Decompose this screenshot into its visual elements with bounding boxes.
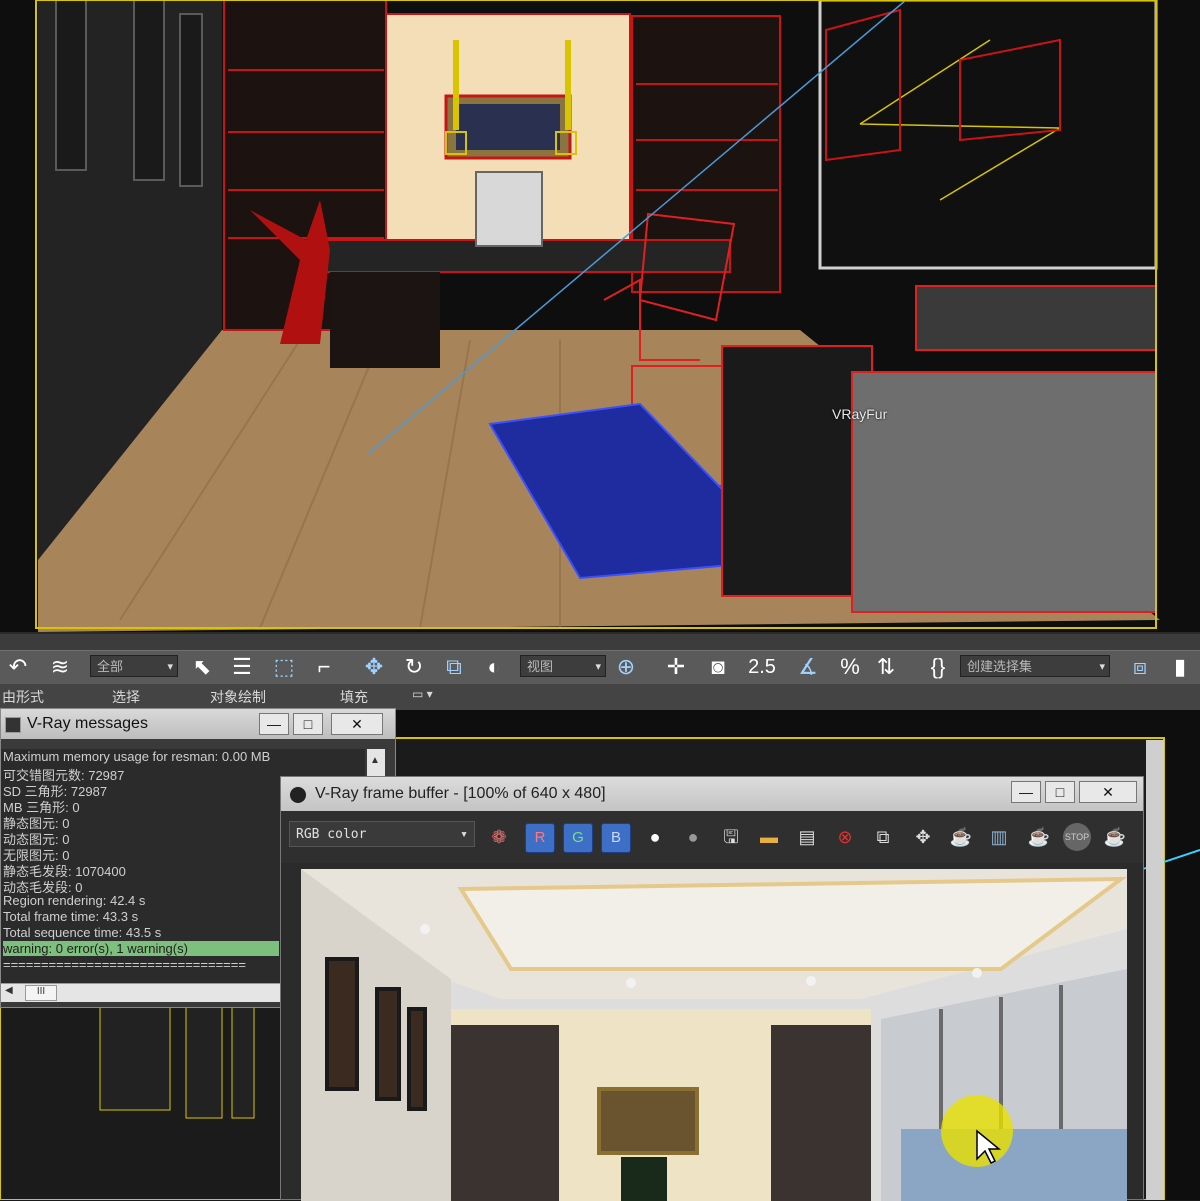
clear-icon[interactable]: ⊗ xyxy=(831,823,859,851)
vrayfur-label: VRayFur xyxy=(832,406,888,422)
green-channel-button[interactable]: G xyxy=(563,823,593,853)
separator-line: ================================ xyxy=(3,957,246,972)
vfb-title: V-Ray frame buffer - [100% of 640 x 480] xyxy=(315,785,606,802)
angle-snap-toggle-icon[interactable]: ∡ xyxy=(794,653,822,681)
window-app-icon xyxy=(5,717,21,733)
edit-named-sel-icon[interactable]: {} xyxy=(924,653,952,681)
undo-icon[interactable]: ↶ xyxy=(4,653,32,681)
log-line: Total sequence time: 43.5 s xyxy=(3,925,162,940)
teapot-last-icon[interactable]: ☕ xyxy=(1101,823,1129,851)
vray-frame-buffer-window[interactable]: V-Ray frame buffer - [100% of 640 x 480]… xyxy=(280,776,1144,1201)
close-button[interactable]: ✕ xyxy=(331,713,383,735)
move-icon[interactable]: ✥ xyxy=(360,653,388,681)
save-icon[interactable]: 🖫 xyxy=(717,823,745,851)
selection-filter-dropdown[interactable]: 全部 xyxy=(90,655,178,678)
toolbar-row: ↶ ≋ 全部 ⬉ ☰ ⬚ ⌐ ✥ ↻ ⧉ ◐ 视图 ⊕ ✛ ◙ 2.5 ∡ % … xyxy=(0,650,1200,687)
vfb-close-button[interactable]: ✕ xyxy=(1079,781,1137,803)
scale-icon[interactable]: ⧉ xyxy=(440,653,468,681)
select-manip-icon[interactable]: ◐ xyxy=(480,653,508,681)
snap-toggle-icon[interactable]: ✛ xyxy=(662,653,690,681)
blue-channel-button[interactable]: B xyxy=(601,823,631,853)
warning-line: warning: 0 error(s), 1 warning(s) xyxy=(3,941,279,956)
select-by-name-icon[interactable]: ☰ xyxy=(228,653,256,681)
vfb-minimize-button[interactable]: — xyxy=(1011,781,1041,803)
gray-dot-icon[interactable]: ● xyxy=(679,823,707,851)
teapot-region-icon[interactable]: ☕ xyxy=(1025,823,1053,851)
tab-selection[interactable]: 选择 xyxy=(112,687,140,707)
red-channel-button[interactable]: R xyxy=(525,823,555,853)
viewport-perspective[interactable]: VRayFur xyxy=(0,0,1200,632)
vfb-maximize-button[interactable]: □ xyxy=(1045,781,1075,803)
reference-coord-dropdown[interactable]: 视图 xyxy=(520,655,606,678)
log-line: Maximum memory usage for resman: 0.00 MB xyxy=(3,749,271,764)
region-icon[interactable]: ✥ xyxy=(909,823,937,851)
snap-2-5d-button[interactable]: 2.5 xyxy=(748,653,776,681)
horizontal-scrollbar[interactable]: ◀ III xyxy=(1,983,281,1002)
clipboard-icon[interactable]: ▤ xyxy=(793,823,821,851)
log-line: Total frame time: 43.3 s xyxy=(3,909,139,924)
render-image[interactable] xyxy=(301,869,1127,1201)
tab-object-paint[interactable]: 对象绘制 xyxy=(210,687,266,707)
main-toolbar: ↶ ≋ 全部 ⬉ ☰ ⬚ ⌐ ✥ ↻ ⧉ ◐ 视图 ⊕ ✛ ◙ 2.5 ∡ % … xyxy=(0,632,1200,687)
scroll-up-icon[interactable]: ▲ xyxy=(370,755,380,766)
vray-messages-titlebar[interactable]: V-Ray messages — □ ✕ xyxy=(1,709,395,739)
scroll-thumb[interactable]: III xyxy=(25,985,57,1001)
maximize-button[interactable]: □ xyxy=(293,713,323,735)
window-crossing-icon[interactable]: ⌐ xyxy=(310,653,338,681)
select-pointer-icon[interactable]: ⬉ xyxy=(188,653,216,681)
vray-logo-icon xyxy=(289,786,307,804)
histogram-icon[interactable]: ▥ xyxy=(985,823,1013,851)
rotate-icon[interactable]: ↻ xyxy=(400,653,428,681)
mirror-icon[interactable]: ⧈ xyxy=(1126,653,1154,681)
named-selection-dropdown[interactable]: 创建选择集 xyxy=(960,655,1110,678)
track-mouse-icon[interactable]: ⧉ xyxy=(869,823,897,851)
pivot-icon[interactable]: ⊕ xyxy=(612,653,640,681)
angle-snap-icon[interactable]: ◙ xyxy=(704,653,732,681)
toolbar-divider xyxy=(0,634,1200,650)
tab-freeform[interactable]: 由形式 xyxy=(2,687,44,707)
spinner-snap-icon[interactable]: ⇅ xyxy=(872,653,900,681)
vray-messages-title: V-Ray messages xyxy=(27,715,148,732)
vfb-toolbar: RGB color ❁ R G B ● ● 🖫 ▬ ▤ ⊗ ⧉ ✥ ☕ ▥ ☕ … xyxy=(281,811,1143,863)
ribbon-tabs: 由形式 选择 对象绘制 填充 ▭ ▾ xyxy=(0,684,1200,710)
rendered-office-image xyxy=(301,869,1127,1201)
minimize-button[interactable]: — xyxy=(259,713,289,735)
tab-populate[interactable]: 填充 xyxy=(340,687,368,707)
stop-icon[interactable]: STOP xyxy=(1063,823,1091,851)
rect-region-icon[interactable]: ⬚ xyxy=(270,653,298,681)
align-icon[interactable]: ▮ xyxy=(1166,653,1194,681)
white-dot-icon[interactable]: ● xyxy=(641,823,669,851)
ribbon-options-icon[interactable]: ▭ ▾ xyxy=(412,687,433,701)
log-line: Region rendering: 42.4 s xyxy=(3,893,146,908)
scroll-left-icon[interactable]: ◀ xyxy=(5,985,13,996)
color-balls-icon[interactable]: ❁ xyxy=(485,823,513,851)
percent-snap-icon[interactable]: % xyxy=(836,653,864,681)
channel-select[interactable]: RGB color xyxy=(289,821,475,848)
teapot-render-icon[interactable]: ☕ xyxy=(947,823,975,851)
wave-icon[interactable]: ≋ xyxy=(46,653,74,681)
scene-wireframe xyxy=(0,0,1200,632)
vfb-titlebar[interactable]: V-Ray frame buffer - [100% of 640 x 480]… xyxy=(281,777,1143,811)
open-folder-icon[interactable]: ▬ xyxy=(755,823,783,851)
